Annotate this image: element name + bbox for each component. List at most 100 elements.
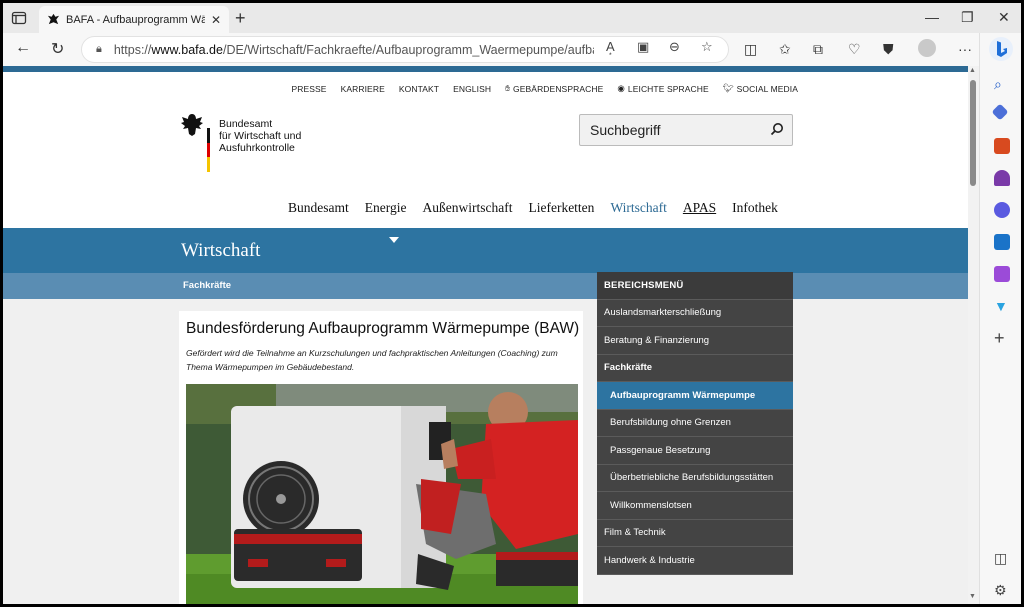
site-header: PRESSE KARRIERE KONTAKT ENGLISH ✋︎ GEBÄRD… (3, 72, 968, 228)
immersive-reader-icon[interactable]: ▣ (637, 39, 649, 55)
games-icon[interactable] (994, 170, 1010, 186)
utility-link-easy-language[interactable]: ◉ LEICHTE SPRACHE (617, 83, 708, 94)
federal-eagle-icon (181, 114, 203, 136)
german-flag-bar (207, 128, 210, 172)
heat-pump-photo (186, 384, 578, 604)
page-scrollbar[interactable]: ▲ ▼ (968, 66, 979, 604)
section-title: Wirtschaft (181, 240, 261, 261)
browser-window: BAFA - Aufbauprogramm Wärmepumpe ✕ + — ❐… (3, 3, 1021, 604)
zoom-icon[interactable]: ⊖ (669, 39, 680, 55)
breadcrumb-band: Fachkräfte (3, 273, 968, 299)
utility-link-english[interactable]: ENGLISH (453, 83, 491, 94)
breadcrumb[interactable]: Fachkräfte (183, 280, 231, 291)
address-bar-row: ← ↻ 🔒︎ https://www.bafa.de/DE/Wirtschaft… (3, 33, 1021, 66)
browser-tab[interactable]: BAFA - Aufbauprogramm Wärmepumpe ✕ (39, 6, 229, 33)
nav-apas[interactable]: APAS (683, 200, 716, 216)
drop-icon[interactable]: ▼ (994, 298, 1010, 314)
favorites-icon[interactable]: ✩ (779, 41, 791, 58)
twitter-bird-icon: 🐦︎ (722, 83, 734, 93)
menu-item-ueberbetrieblich[interactable]: Überbetriebliche Berufsbildungsstätten (597, 465, 793, 492)
logo-line-3: Ausfuhrkontrolle (219, 142, 295, 154)
scroll-up-icon[interactable]: ▲ (969, 67, 976, 74)
web-page: PRESSE KARRIERE KONTAKT ENGLISH ✋︎ GEBÄRD… (3, 66, 968, 604)
section-menu-header: BEREICHSMENÜ (597, 272, 793, 300)
utility-nav: PRESSE KARRIERE KONTAKT ENGLISH ✋︎ GEBÄRD… (291, 83, 798, 94)
collections-icon[interactable]: ⧉ (813, 41, 823, 58)
menu-item-fachkraefte[interactable]: Fachkräfte (597, 355, 793, 382)
utility-link-sign-language[interactable]: ✋︎ GEBÄRDENSPRACHE (505, 83, 603, 94)
lock-icon: 🔒︎ (96, 43, 102, 55)
shopping-tag-icon[interactable] (991, 103, 1009, 121)
url-field[interactable]: 🔒︎ https://www.bafa.de/DE/Wirtschaft/Fac… (81, 36, 729, 63)
outlook-icon[interactable] (994, 234, 1010, 250)
nav-aussenwirtschaft[interactable]: Außenwirtschaft (422, 200, 512, 216)
close-tab-icon[interactable]: ✕ (211, 13, 221, 27)
maximize-icon[interactable]: ❐ (961, 9, 974, 26)
utility-link-kontakt[interactable]: KONTAKT (399, 83, 439, 94)
utility-link-presse[interactable]: PRESSE (291, 83, 326, 94)
url-text: https://www.bafa.de/DE/Wirtschaft/Fachkr… (113, 42, 594, 57)
settings-gear-icon[interactable]: ⚙ (994, 582, 1010, 598)
add-sidebar-app-icon[interactable]: + (994, 329, 1010, 347)
refresh-icon[interactable]: ↻ (51, 39, 64, 59)
menu-item-beratung[interactable]: Beratung & Finanzierung (597, 327, 793, 355)
nav-bundesamt[interactable]: Bundesamt (288, 200, 349, 216)
search-placeholder: Suchbegriff (590, 122, 661, 138)
new-tab-icon[interactable]: + (235, 9, 246, 27)
tab-bar: BAFA - Aufbauprogramm Wärmepumpe ✕ + — ❐… (3, 3, 1021, 33)
search-input[interactable]: Suchbegriff (579, 114, 793, 146)
sidebar-toggle-icon[interactable]: ◫ (994, 550, 1010, 566)
hand-icon: ✋︎ (505, 83, 511, 93)
easy-language-icon: ◉ (617, 83, 625, 93)
nav-infothek[interactable]: Infothek (732, 200, 778, 216)
bafa-logo[interactable]: Bundesamt für Wirtschaft und Ausfuhrkont… (179, 112, 309, 180)
menu-item-aufbauprogramm[interactable]: Aufbauprogramm Wärmepumpe (597, 382, 793, 410)
split-screen-icon[interactable]: ◫ (744, 41, 757, 58)
read-aloud-icon[interactable]: A͙ (606, 39, 615, 54)
edge-sidebar: ⌕ ▼ + ◫ ⚙ (979, 33, 1021, 604)
menu-item-auslandsmarkt[interactable]: Auslandsmarkterschließung (597, 300, 793, 327)
health-icon[interactable]: ♡ (848, 41, 861, 58)
article-lead: Gefördert wird die Teilnahme an Kurzschu… (186, 348, 558, 372)
more-options-icon[interactable]: ··· (958, 41, 972, 57)
tab-title: BAFA - Aufbauprogramm Wärmepumpe (66, 13, 205, 26)
section-band: Wirtschaft (3, 228, 968, 273)
main-nav: Bundesamt Energie Außenwirtschaft Liefer… (288, 200, 778, 216)
utility-link-social-media[interactable]: 🐦︎ SOCIAL MEDIA (723, 83, 798, 94)
scroll-down-icon[interactable]: ▼ (969, 593, 976, 600)
menu-item-berufsbildung[interactable]: Berufsbildung ohne Grenzen (597, 410, 793, 437)
eagle-favicon-icon (47, 13, 60, 25)
menu-item-film-technik[interactable]: Film & Technik (597, 520, 793, 547)
designer-icon[interactable] (994, 266, 1010, 282)
microsoft-365-icon[interactable] (994, 202, 1010, 218)
tab-actions-icon[interactable] (11, 10, 27, 26)
nav-lieferketten[interactable]: Lieferketten (528, 200, 594, 216)
back-icon[interactable]: ← (15, 39, 31, 57)
nav-wirtschaft[interactable]: Wirtschaft (610, 200, 666, 216)
nav-energie[interactable]: Energie (365, 200, 407, 216)
search-icon[interactable] (770, 122, 784, 139)
section-menu: BEREICHSMENÜ Auslandsmarkterschließung B… (597, 272, 793, 575)
favorite-star-icon[interactable]: ☆ (701, 39, 713, 55)
search-sidebar-icon[interactable]: ⌕ (994, 76, 1010, 92)
scroll-thumb[interactable] (970, 80, 976, 186)
caret-down-icon (389, 237, 399, 243)
profile-avatar-icon[interactable] (918, 39, 936, 57)
logo-line-1: Bundesamt (219, 118, 273, 130)
sign-language-label: GEBÄRDENSPRACHE (513, 83, 604, 94)
article-card: Bundesförderung Aufbauprogramm Wärmepump… (179, 311, 583, 604)
logo-line-2: für Wirtschaft und (219, 130, 302, 142)
menu-item-passgenaue[interactable]: Passgenaue Besetzung (597, 437, 793, 465)
close-window-icon[interactable]: ✕ (998, 9, 1010, 26)
menu-item-handwerk[interactable]: Handwerk & Industrie (597, 547, 793, 575)
social-media-label: SOCIAL MEDIA (736, 83, 798, 94)
easy-language-label: LEICHTE SPRACHE (627, 83, 709, 94)
tools-briefcase-icon[interactable] (994, 138, 1010, 154)
menu-item-willkommenslotsen[interactable]: Willkommenslotsen (597, 492, 793, 520)
logo-text: Bundesamt für Wirtschaft und Ausfuhrkont… (219, 118, 301, 154)
shield-extension-icon[interactable]: ⛊ (883, 41, 894, 58)
utility-link-karriere[interactable]: KARRIERE (341, 83, 385, 94)
article-title: Bundesförderung Aufbauprogramm Wärmepump… (186, 320, 580, 337)
minimize-icon[interactable]: — (925, 9, 939, 25)
bing-copilot-icon[interactable] (988, 36, 1014, 62)
